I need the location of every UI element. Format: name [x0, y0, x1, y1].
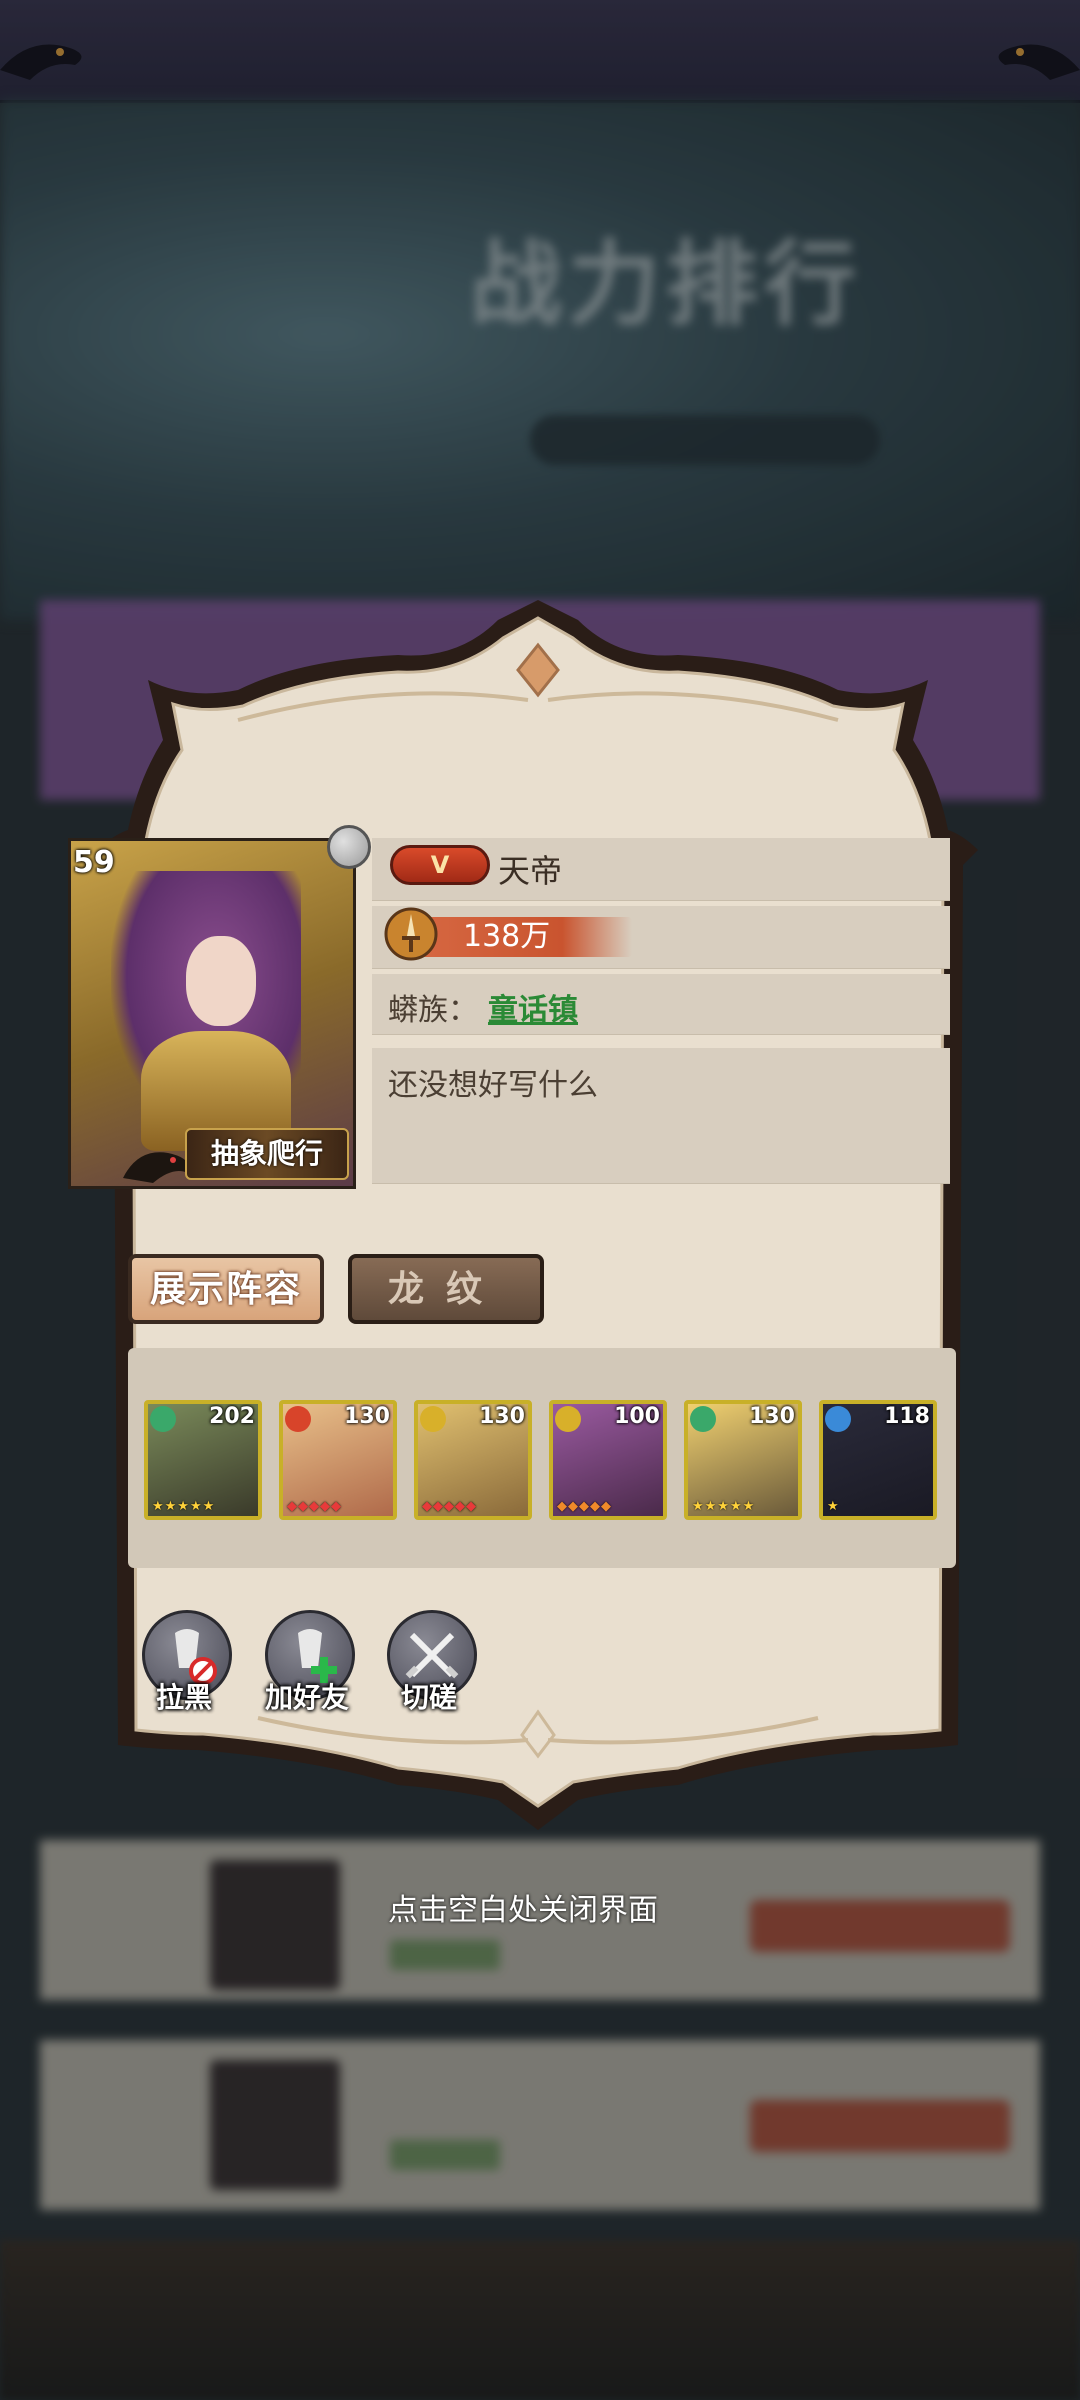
lineup-hero-slot[interactable]: 130 ◆◆◆◆◆	[414, 1400, 532, 1520]
close-hint: 点击空白处关闭界面	[388, 1893, 658, 1928]
light-element-icon	[420, 1406, 446, 1432]
hero-level: 202	[209, 1404, 255, 1429]
fire-element-icon	[285, 1406, 311, 1432]
star-rating: ★★★★★	[152, 1499, 216, 1514]
hero-level: 130	[749, 1404, 795, 1429]
guild-label: 蟒族：	[388, 993, 478, 1028]
sword-power-icon	[384, 907, 438, 961]
star-rating: ◆◆◆◆◆	[422, 1499, 477, 1514]
signature-text: 还没想好写什么	[388, 1068, 598, 1103]
hero-level: 130	[344, 1404, 390, 1429]
lineup-hero-slot[interactable]: 118 ★	[819, 1400, 937, 1520]
star-rating: ◆◆◆◆◆	[287, 1499, 342, 1514]
lineup-hero-slot[interactable]: 130 ◆◆◆◆◆	[279, 1400, 397, 1520]
wind-element-icon	[690, 1406, 716, 1432]
player-name: 抽象爬行	[185, 1128, 349, 1180]
wind-element-icon	[150, 1406, 176, 1432]
duel-label: 切磋	[400, 1681, 457, 1714]
guild-name-link[interactable]: 童话镇	[488, 985, 578, 1029]
player-title: 天帝	[498, 852, 563, 890]
block-label: 拉黑	[155, 1681, 212, 1714]
tab-dragon-pattern[interactable]: 龙纹	[348, 1254, 544, 1324]
hero-level: 100	[614, 1404, 660, 1429]
water-element-icon	[825, 1406, 851, 1432]
hero-level: 118	[884, 1404, 930, 1429]
tab-show-lineup[interactable]: 展示阵容	[128, 1254, 324, 1324]
lineup-hero-slot[interactable]: 100 ◆◆◆◆◆	[549, 1400, 667, 1520]
star-rating: ★★★★★	[692, 1499, 756, 1514]
hero-level: 130	[479, 1404, 525, 1429]
star-rating: ★	[827, 1499, 840, 1514]
add-friend-label: 加好友	[264, 1681, 349, 1714]
player-level: 59	[73, 845, 115, 880]
online-status-dot	[327, 825, 371, 869]
light-element-icon	[555, 1406, 581, 1432]
vip-badge: V	[390, 845, 490, 885]
star-rating: ◆◆◆◆◆	[557, 1499, 612, 1514]
lineup-hero-slot[interactable]: 202 ★★★★★	[144, 1400, 262, 1520]
lineup-hero-slot[interactable]: 130 ★★★★★	[684, 1400, 802, 1520]
combat-power: 138万	[463, 919, 551, 954]
